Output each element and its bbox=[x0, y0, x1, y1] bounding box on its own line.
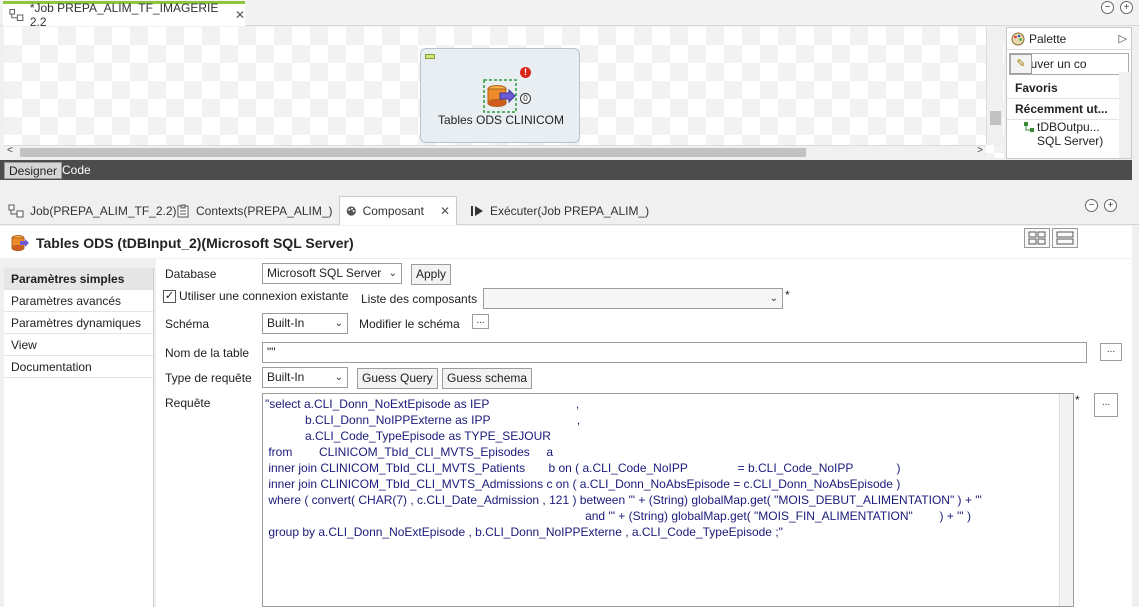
schema-select[interactable]: Built-In ⌄ bbox=[262, 313, 348, 334]
tab-job[interactable]: Job(PREPA_ALIM_TF_2.2) bbox=[2, 196, 183, 225]
palette-header[interactable]: Palette ▷ bbox=[1007, 28, 1131, 50]
query-editor[interactable]: "select a.CLI_Donn_NoExtEpisode as IEP ,… bbox=[262, 393, 1074, 607]
chevron-down-icon: ⌄ bbox=[334, 318, 343, 329]
settings-nav: Paramètres simples Paramètres avancés Pa… bbox=[4, 268, 154, 607]
query-editor-button[interactable]: ... bbox=[1094, 393, 1118, 417]
chevron-down-icon: ⌄ bbox=[334, 372, 343, 383]
database-input-icon[interactable] bbox=[483, 79, 517, 113]
nav-item-documentation[interactable]: Documentation bbox=[4, 356, 153, 378]
tab-composant[interactable]: Composant ✕ bbox=[339, 196, 457, 225]
palette-title: Palette bbox=[1029, 31, 1067, 46]
edit-schema-label: Modifier le schéma bbox=[359, 317, 460, 331]
subjob-box[interactable]: ! 0 Tables ODS CLINICOM bbox=[420, 48, 580, 143]
palette-section-recent[interactable]: Récemment ut... bbox=[1007, 99, 1131, 120]
database-icon bbox=[11, 235, 29, 251]
guess-query-button[interactable]: Guess Query bbox=[357, 368, 438, 389]
required-marker: * bbox=[1075, 393, 1080, 407]
required-marker: * bbox=[785, 288, 790, 302]
palette-section-favorites[interactable]: Favoris bbox=[1007, 78, 1131, 99]
view-window-buttons: − + bbox=[1085, 199, 1117, 212]
nav-item-basic[interactable]: Paramètres simples bbox=[4, 268, 153, 290]
query-type-select-value: Built-In bbox=[267, 370, 305, 384]
query-type-select[interactable]: Built-In ⌄ bbox=[262, 367, 348, 388]
database-label: Database bbox=[165, 267, 217, 281]
palette-search[interactable]: Trouver un co ✎ bbox=[1009, 53, 1129, 75]
tab-label: Composant bbox=[362, 204, 424, 218]
query-type-label: Type de requête bbox=[165, 371, 252, 385]
layout-list-icon[interactable] bbox=[1052, 228, 1078, 248]
nav-item-view[interactable]: View bbox=[4, 334, 153, 356]
tab-label: Exécuter(Job PREPA_ALIM_) bbox=[490, 203, 650, 218]
error-icon: ! bbox=[520, 67, 531, 78]
editor-window-buttons: − + bbox=[1101, 1, 1133, 14]
palette-item-line2: SQL Server) bbox=[1037, 134, 1104, 148]
component-list-select[interactable]: ⌄ bbox=[483, 288, 783, 309]
palette-item-tdboutput[interactable]: tDBOutpu... SQL Server) bbox=[1007, 120, 1131, 148]
minimize-button[interactable]: − bbox=[1085, 199, 1098, 212]
job-icon bbox=[9, 8, 24, 22]
tab-code[interactable]: Code bbox=[58, 162, 95, 179]
close-icon[interactable]: ✕ bbox=[235, 8, 245, 22]
settings-panel: Database Microsoft SQL Server ⌄ Apply ✓ … bbox=[156, 259, 1132, 607]
designer-canvas[interactable]: ! 0 Tables ODS CLINICOM bbox=[4, 27, 1004, 158]
minimize-button[interactable]: − bbox=[1101, 1, 1114, 14]
schema-label: Schéma bbox=[165, 317, 210, 331]
layout-grid-icon[interactable] bbox=[1024, 228, 1050, 248]
editor-tab-bar: *Job PREPA_ALIM_TF_IMAGERIE 2.2 ✕ − + bbox=[0, 0, 1139, 29]
palette-scrollbar[interactable] bbox=[1119, 72, 1131, 158]
editor-tab-job[interactable]: *Job PREPA_ALIM_TF_IMAGERIE 2.2 ✕ bbox=[3, 1, 245, 29]
nav-item-advanced[interactable]: Paramètres avancés bbox=[4, 290, 153, 312]
query-scrollbar[interactable] bbox=[1059, 394, 1073, 606]
connector-badge: 0 bbox=[520, 93, 531, 104]
palette-panel: Palette ▷ Trouver un co ✎ Favoris Récemm… bbox=[1006, 27, 1132, 159]
use-connection-checkbox[interactable]: ✓ bbox=[163, 290, 176, 303]
canvas-vertical-scrollbar[interactable] bbox=[986, 27, 1003, 145]
component-title: Tables ODS (tDBInput_2)(Microsoft SQL Se… bbox=[36, 235, 354, 251]
query-label: Requête bbox=[165, 396, 211, 410]
palette-icon bbox=[1011, 32, 1025, 45]
editor-tab-title: *Job PREPA_ALIM_TF_IMAGERIE 2.2 bbox=[29, 1, 219, 29]
close-icon[interactable]: ✕ bbox=[440, 204, 450, 218]
tab-label: Contexts(PREPA_ALIM_) bbox=[196, 203, 333, 218]
palette-expand-icon[interactable]: ▷ bbox=[1119, 32, 1127, 45]
search-icon[interactable]: ✎ bbox=[1010, 54, 1032, 74]
component-label[interactable]: Tables ODS CLINICOM bbox=[421, 113, 581, 127]
chevron-left-icon[interactable]: < bbox=[7, 145, 13, 156]
table-name-label: Nom de la table bbox=[165, 346, 250, 360]
tab-label: Job(PREPA_ALIM_TF_2.2) bbox=[30, 203, 177, 218]
maximize-button[interactable]: + bbox=[1104, 199, 1117, 212]
canvas-horizontal-scrollbar[interactable]: < > bbox=[4, 145, 986, 158]
tab-designer[interactable]: Designer bbox=[4, 162, 63, 179]
guess-schema-button[interactable]: Guess schema bbox=[442, 368, 533, 389]
table-name-browse-button[interactable]: ... bbox=[1100, 343, 1122, 361]
chevron-down-icon: ⌄ bbox=[388, 268, 397, 279]
clipboard-icon bbox=[177, 204, 189, 217]
schema-select-value: Built-In bbox=[267, 316, 305, 330]
nav-item-dynamic[interactable]: Paramètres dynamiques bbox=[4, 312, 153, 334]
component-icon bbox=[1024, 122, 1034, 132]
edit-schema-button[interactable]: ... bbox=[472, 314, 489, 329]
view-tab-bar: Job(PREPA_ALIM_TF_2.2) Contexts(PREPA_AL… bbox=[0, 193, 1139, 225]
palette-item-line1: tDBOutpu... bbox=[1037, 120, 1100, 134]
designer-code-bar: Designer Code bbox=[0, 160, 1132, 180]
use-connection-label: Utiliser une connexion existante bbox=[179, 289, 349, 303]
database-select[interactable]: Microsoft SQL Server ⌄ bbox=[262, 263, 402, 284]
scroll-thumb[interactable] bbox=[990, 111, 1001, 125]
apply-button[interactable]: Apply bbox=[411, 264, 452, 285]
maximize-button[interactable]: + bbox=[1120, 1, 1133, 14]
component-header: Tables ODS (tDBInput_2)(Microsoft SQL Se… bbox=[0, 226, 1132, 258]
component-list-label: Liste des composants bbox=[361, 292, 478, 306]
chevron-right-icon[interactable]: > bbox=[977, 145, 983, 156]
query-text[interactable]: "select a.CLI_Donn_NoExtEpisode as IEP ,… bbox=[263, 394, 1073, 540]
job-icon bbox=[8, 204, 24, 217]
subjob-collapse-handle[interactable] bbox=[425, 54, 435, 59]
tab-contexts[interactable]: Contexts(PREPA_ALIM_) bbox=[170, 196, 339, 225]
table-name-input[interactable]: "" bbox=[262, 342, 1087, 363]
palette-icon bbox=[346, 206, 356, 216]
database-select-value: Microsoft SQL Server bbox=[267, 266, 382, 280]
tab-executer[interactable]: Exécuter(Job PREPA_ALIM_) bbox=[464, 196, 655, 225]
scroll-thumb[interactable] bbox=[20, 148, 806, 157]
run-icon bbox=[471, 205, 483, 216]
chevron-down-icon: ⌄ bbox=[769, 293, 778, 304]
